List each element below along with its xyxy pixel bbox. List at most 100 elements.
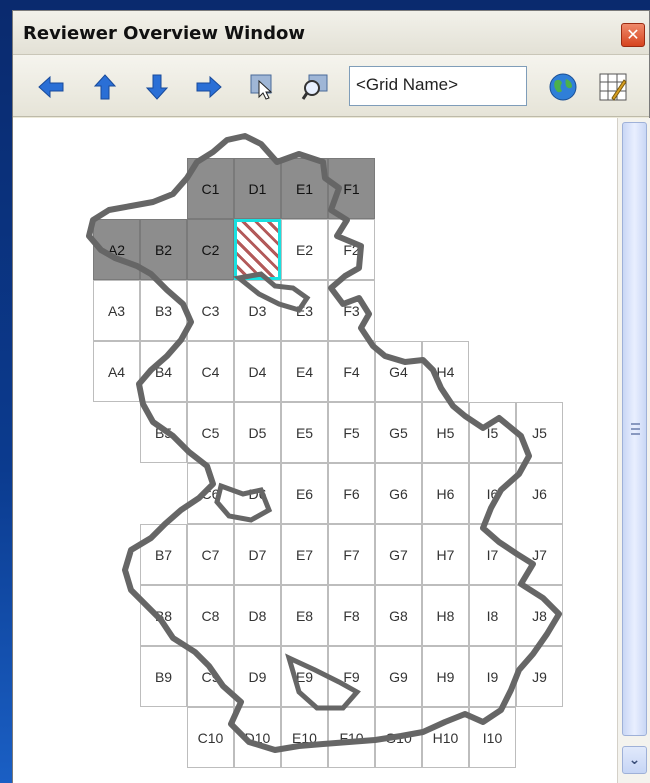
globe-button[interactable]	[547, 71, 579, 103]
zoom-icon	[301, 74, 328, 100]
grid-cell-g9[interactable]: G9	[375, 646, 422, 707]
grid-cell-b3[interactable]: B3	[140, 280, 187, 341]
grid-cell-b4[interactable]: B4	[140, 341, 187, 402]
reviewer-overview-window: Reviewer Overview Window ✕ <Grid Name> C…	[12, 10, 650, 783]
arrow-right-icon	[196, 75, 222, 99]
grid-cell-d2[interactable]	[234, 219, 281, 280]
grid-cell-b9[interactable]: B9	[140, 646, 187, 707]
grid-cell-c4[interactable]: C4	[187, 341, 234, 402]
close-button[interactable]: ✕	[621, 23, 645, 47]
grid-cell-d3[interactable]: D3	[234, 280, 281, 341]
arrow-down-icon	[145, 74, 169, 100]
grid-cell-c5[interactable]: C5	[187, 402, 234, 463]
grid-cell-i10[interactable]: I10	[469, 707, 516, 768]
grid-cell-c1[interactable]: C1	[187, 158, 234, 219]
scroll-down-button[interactable]: ⌄	[622, 746, 647, 774]
scrollbar-grip-icon	[631, 423, 640, 435]
grid-cell-d8[interactable]: D8	[234, 585, 281, 646]
grid-settings-icon	[599, 73, 627, 101]
toolbar: <Grid Name>	[13, 55, 649, 117]
arrow-left-icon	[38, 75, 64, 99]
grid-cell-f3[interactable]: F3	[328, 280, 375, 341]
select-grid-button[interactable]	[247, 71, 279, 103]
grid-cell-h4[interactable]: H4	[422, 341, 469, 402]
grid-cell-e1[interactable]: E1	[281, 158, 328, 219]
grid-cell-j5[interactable]: J5	[516, 402, 563, 463]
grid-cell-i9[interactable]: I9	[469, 646, 516, 707]
grid-cell-g6[interactable]: G6	[375, 463, 422, 524]
grid-cell-d5[interactable]: D5	[234, 402, 281, 463]
grid-cell-d10[interactable]: D10	[234, 707, 281, 768]
pan-up-button[interactable]	[89, 71, 121, 103]
grid-cell-j9[interactable]: J9	[516, 646, 563, 707]
grid-cell-h5[interactable]: H5	[422, 402, 469, 463]
grid-cell-e6[interactable]: E6	[281, 463, 328, 524]
grid-cell-i5[interactable]: I5	[469, 402, 516, 463]
select-arrow-icon	[250, 74, 273, 100]
grid-cell-c8[interactable]: C8	[187, 585, 234, 646]
pan-left-button[interactable]	[35, 71, 67, 103]
arrow-up-icon	[93, 74, 117, 100]
grid-cell-f6[interactable]: F6	[328, 463, 375, 524]
grid-cell-b8[interactable]: B8	[140, 585, 187, 646]
grid-cell-c10[interactable]: C10	[187, 707, 234, 768]
grid-cell-f9[interactable]: F9	[328, 646, 375, 707]
grid-cell-b5[interactable]: B5	[140, 402, 187, 463]
grid-cell-e7[interactable]: E7	[281, 524, 328, 585]
grid-cell-j6[interactable]: J6	[516, 463, 563, 524]
grid-cell-a2[interactable]: A2	[93, 219, 140, 280]
grid-cell-d1[interactable]: D1	[234, 158, 281, 219]
grid-canvas[interactable]: C1 D1 E1 F1 A2 B2 C2 E2 F2 A3 B3 C3 D3 E3 F3 A4 B4 C4 D4 E4…	[13, 118, 617, 783]
grid-cell-c3[interactable]: C3	[187, 280, 234, 341]
grid-cell-c2[interactable]: C2	[187, 219, 234, 280]
grid-cell-f2[interactable]: F2	[328, 219, 375, 280]
grid-cell-e3[interactable]: E3	[281, 280, 328, 341]
grid-cell-h6[interactable]: H6	[422, 463, 469, 524]
grid-cell-i6[interactable]: I6	[469, 463, 516, 524]
grid-cell-h8[interactable]: H8	[422, 585, 469, 646]
grid-cell-e9[interactable]: E9	[281, 646, 328, 707]
grid-cell-i7[interactable]: I7	[469, 524, 516, 585]
grid-cell-a4[interactable]: A4	[93, 341, 140, 402]
scrollbar-thumb[interactable]	[622, 122, 647, 736]
grid-cell-c6[interactable]: C6	[187, 463, 234, 524]
grid-cell-e2[interactable]: E2	[281, 219, 328, 280]
grid-cell-g7[interactable]: G7	[375, 524, 422, 585]
grid-cell-d7[interactable]: D7	[234, 524, 281, 585]
zoom-grid-button[interactable]	[299, 71, 331, 103]
grid-cell-f4[interactable]: F4	[328, 341, 375, 402]
pan-down-button[interactable]	[141, 71, 173, 103]
grid-cell-h7[interactable]: H7	[422, 524, 469, 585]
grid-name-input[interactable]: <Grid Name>	[349, 66, 527, 106]
grid-cell-e4[interactable]: E4	[281, 341, 328, 402]
grid-cell-g4[interactable]: G4	[375, 341, 422, 402]
title-bar[interactable]: Reviewer Overview Window ✕	[13, 11, 649, 55]
grid-cell-e8[interactable]: E8	[281, 585, 328, 646]
grid-cell-i8[interactable]: I8	[469, 585, 516, 646]
grid-cell-j7[interactable]: J7	[516, 524, 563, 585]
grid-cell-c9[interactable]: C9	[187, 646, 234, 707]
grid-cell-h9[interactable]: H9	[422, 646, 469, 707]
grid-settings-button[interactable]	[597, 71, 629, 103]
grid-cell-d6[interactable]: D6	[234, 463, 281, 524]
grid-cell-g10[interactable]: G10	[375, 707, 422, 768]
grid-cell-e10[interactable]: E10	[281, 707, 328, 768]
grid-cell-g5[interactable]: G5	[375, 402, 422, 463]
grid-cell-d9[interactable]: D9	[234, 646, 281, 707]
grid-cell-f8[interactable]: F8	[328, 585, 375, 646]
grid-cell-f1[interactable]: F1	[328, 158, 375, 219]
grid-cell-f10[interactable]: F10	[328, 707, 375, 768]
grid-cell-a3[interactable]: A3	[93, 280, 140, 341]
grid-cell-e5[interactable]: E5	[281, 402, 328, 463]
grid-cell-g8[interactable]: G8	[375, 585, 422, 646]
grid-cell-d4[interactable]: D4	[234, 341, 281, 402]
grid-cell-f7[interactable]: F7	[328, 524, 375, 585]
grid-cell-b2[interactable]: B2	[140, 219, 187, 280]
pan-right-button[interactable]	[193, 71, 225, 103]
grid-cell-h10[interactable]: H10	[422, 707, 469, 768]
grid-cell-b7[interactable]: B7	[140, 524, 187, 585]
vertical-scrollbar[interactable]: ⌄	[617, 118, 650, 783]
grid-cell-f5[interactable]: F5	[328, 402, 375, 463]
grid-cell-c7[interactable]: C7	[187, 524, 234, 585]
grid-cell-j8[interactable]: J8	[516, 585, 563, 646]
